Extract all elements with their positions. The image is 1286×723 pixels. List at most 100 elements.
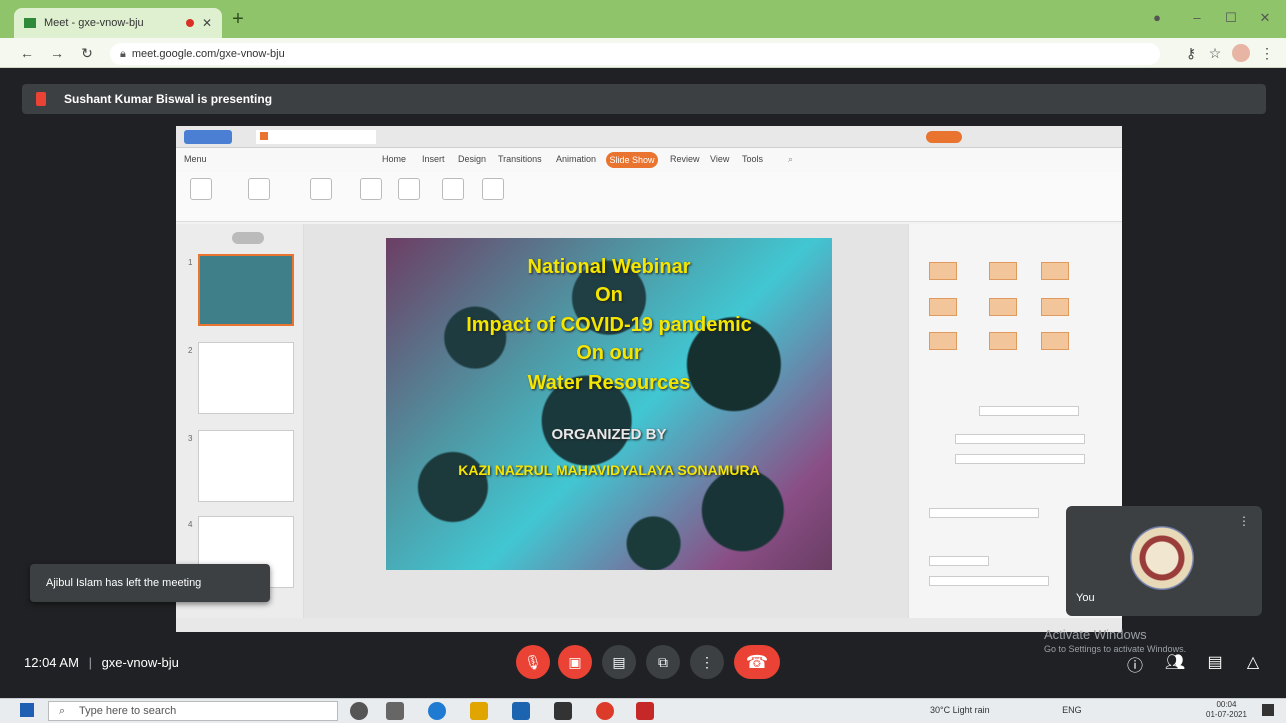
current-slide[interactable]: National Webinar On Impact of COVID-19 p… xyxy=(386,238,832,570)
ribbon-toolbar xyxy=(176,172,1122,222)
layout-option[interactable] xyxy=(1041,262,1069,280)
custom-show-button[interactable] xyxy=(310,178,332,200)
maximize-icon[interactable]: ☐ xyxy=(1220,10,1242,28)
weather-text: 30°C Light rain xyxy=(930,705,990,715)
back-icon[interactable]: ← xyxy=(18,44,36,62)
ribbon-tab-transitions[interactable]: Transitions xyxy=(498,154,542,164)
file-explorer-icon[interactable] xyxy=(470,702,488,720)
thumbnail-number: 4 xyxy=(188,520,193,529)
task-view-icon[interactable] xyxy=(386,702,404,720)
system-tray[interactable]: 30°C Light rain ENG xyxy=(930,705,1082,715)
language-indicator: ENG xyxy=(1062,705,1082,715)
captions-button[interactable]: ▤ xyxy=(602,645,636,679)
taskbar-time: 00:04 xyxy=(1216,700,1237,709)
slide-line-on: On xyxy=(595,284,623,306)
camera-off-button[interactable]: ▣ xyxy=(558,645,592,679)
browser-tab-title: Meet - gxe-vnow-bju xyxy=(44,17,144,29)
edge-icon[interactable] xyxy=(428,702,446,720)
ribbon-tab-animation[interactable]: Animation xyxy=(556,154,596,164)
activate-windows-title: Activate Windows xyxy=(1044,627,1147,642)
meeting-details[interactable]: 12:04 AM | gxe-vnow-bju xyxy=(24,655,179,670)
taskbar-search-placeholder: Type here to search xyxy=(79,705,177,717)
thumbnail-toggle[interactable] xyxy=(232,232,264,244)
presenting-text: Sushant Kumar Biswal is presenting xyxy=(64,92,273,106)
chat-icon[interactable]: ▤ xyxy=(1204,652,1226,672)
pane-field[interactable] xyxy=(929,508,1039,518)
ribbon-tab-menu[interactable]: Menu xyxy=(184,154,207,164)
taskbar-search[interactable]: ⌕ Type here to search xyxy=(48,701,338,721)
presenting-icon xyxy=(36,92,46,106)
slide-thumbnail[interactable] xyxy=(198,342,294,414)
taskbar-clock[interactable]: 00:04 01-07-2021 xyxy=(1206,700,1247,720)
profile-icon[interactable] xyxy=(1232,44,1250,62)
pane-field[interactable] xyxy=(955,434,1085,444)
profile-dot-icon[interactable]: ● xyxy=(1146,10,1168,28)
pdf-app-icon[interactable] xyxy=(636,702,654,720)
presenter-button[interactable] xyxy=(482,178,504,200)
lock-icon: 🔒︎ xyxy=(120,48,126,60)
layout-option[interactable] xyxy=(929,262,957,280)
layout-option[interactable] xyxy=(989,332,1017,350)
present-now-button[interactable]: ⧉ xyxy=(646,645,680,679)
people-icon[interactable]: 👥︎ xyxy=(1164,652,1186,672)
bag-app-icon[interactable] xyxy=(554,702,572,720)
pane-field[interactable] xyxy=(955,454,1085,464)
pane-field[interactable] xyxy=(979,406,1079,416)
pane-button[interactable] xyxy=(929,576,1049,586)
layout-option[interactable] xyxy=(989,262,1017,280)
ribbon-tab-tools[interactable]: Tools xyxy=(742,154,763,164)
slide-thumbnail[interactable] xyxy=(198,254,294,326)
taskbar-date: 01-07-2021 xyxy=(1206,710,1247,719)
search-command-icon[interactable]: ⌕ xyxy=(788,154,793,165)
set-up-show-button[interactable] xyxy=(360,178,382,200)
ribbon-tab-view[interactable]: View xyxy=(710,154,729,164)
participant-left-toast: Ajibul Islam has left the meeting xyxy=(30,564,270,602)
narration-button[interactable] xyxy=(442,178,464,200)
browser-tab[interactable]: Meet - gxe-vnow-bju ✕ xyxy=(14,8,222,38)
minimize-icon[interactable]: – xyxy=(1186,10,1208,28)
notification-center-icon[interactable] xyxy=(1262,704,1274,716)
layout-option[interactable] xyxy=(1041,298,1069,316)
ribbon-tab-slide-show[interactable]: Slide Show xyxy=(606,152,658,168)
ribbon-tab-home[interactable]: Home xyxy=(382,154,406,164)
self-tile-options-icon[interactable]: ⋮ xyxy=(1238,514,1250,528)
from-start-button[interactable] xyxy=(190,178,212,200)
from-current-button[interactable] xyxy=(248,178,270,200)
layout-option[interactable] xyxy=(989,298,1017,316)
meeting-time: 12:04 AM xyxy=(24,655,79,670)
presentation-statusbar xyxy=(176,618,1122,632)
reload-icon[interactable]: ↻ xyxy=(78,44,96,62)
self-label: You xyxy=(1076,592,1095,604)
meeting-info-icon[interactable]: ⓘ xyxy=(1124,652,1146,676)
windows-start-icon[interactable] xyxy=(20,703,34,717)
thumbnail-number: 3 xyxy=(188,434,193,443)
menu-icon[interactable]: ⋮ xyxy=(1258,44,1276,62)
document-tab[interactable] xyxy=(256,130,376,144)
pane-button[interactable] xyxy=(929,556,989,566)
chrome-icon[interactable] xyxy=(596,702,614,720)
rehearse-button[interactable] xyxy=(398,178,420,200)
layout-option[interactable] xyxy=(1041,332,1069,350)
slide-thumbnail[interactable] xyxy=(198,430,294,502)
meeting-code: gxe-vnow-bju xyxy=(101,655,179,670)
more-options-button[interactable]: ⋮ xyxy=(690,645,724,679)
layout-option[interactable] xyxy=(929,332,957,350)
layout-option[interactable] xyxy=(929,298,957,316)
url-field[interactable]: 🔒︎ meet.google.com/gxe-vnow-bju xyxy=(110,43,1160,65)
key-icon[interactable]: ⚷ xyxy=(1182,44,1200,62)
close-window-icon[interactable]: ✕ xyxy=(1254,10,1276,28)
close-tab-icon[interactable]: ✕ xyxy=(202,16,212,30)
cortana-icon[interactable] xyxy=(350,702,368,720)
forward-icon[interactable]: → xyxy=(48,44,66,62)
ribbon-tab-insert[interactable]: Insert xyxy=(422,154,445,164)
account-badge xyxy=(926,131,962,143)
activities-icon[interactable]: △ xyxy=(1242,652,1264,672)
ribbon-tab-review[interactable]: Review xyxy=(670,154,700,164)
store-icon[interactable] xyxy=(512,702,530,720)
star-icon[interactable]: ☆ xyxy=(1206,44,1224,62)
mic-off-button[interactable]: 🎙︎ xyxy=(516,645,550,679)
slide-title: National Webinar xyxy=(527,256,691,278)
leave-call-button[interactable]: ☎︎ xyxy=(734,645,780,679)
ribbon-tab-design[interactable]: Design xyxy=(458,154,486,164)
new-tab-button[interactable]: + xyxy=(228,9,248,30)
